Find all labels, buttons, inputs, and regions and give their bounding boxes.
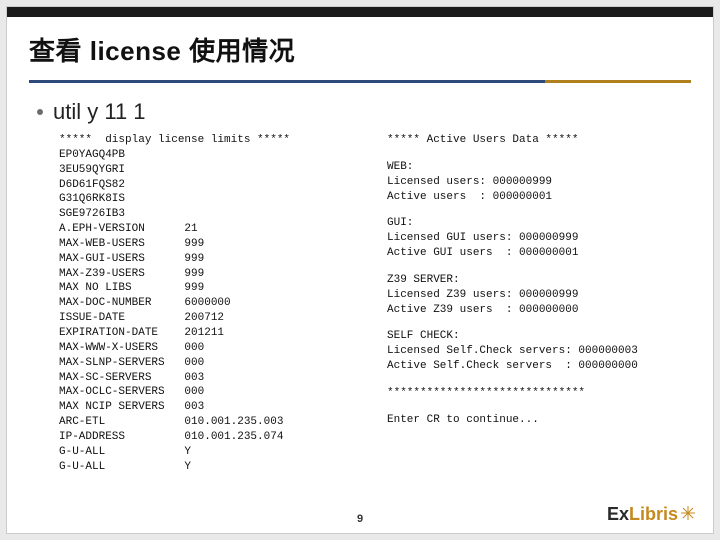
bullet-dot-icon xyxy=(37,109,43,115)
brand-ex: Ex xyxy=(607,504,629,525)
bullet-text: util y 11 1 xyxy=(53,99,146,125)
terminal-block: Enter CR to continue... xyxy=(387,413,695,428)
active-users-column: ***** Active Users Data ***** WEB: Licens… xyxy=(387,133,695,474)
bullet-row: util y 11 1 xyxy=(7,83,713,131)
terminal-block: GUI: Licensed GUI users: 000000999 Activ… xyxy=(387,216,695,261)
terminal-block: ***** Active Users Data ***** xyxy=(387,133,695,148)
top-accent-bar xyxy=(7,7,713,17)
brand-burst-icon xyxy=(681,506,695,520)
license-limits-column: ***** display license limits ***** EP0YA… xyxy=(59,133,359,474)
brand-libris: Libris xyxy=(629,504,678,525)
terminal-block: Z39 SERVER: Licensed Z39 users: 00000099… xyxy=(387,273,695,318)
terminal-block: ****************************** xyxy=(387,386,695,401)
title-area: 查看 license 使用情况 xyxy=(7,17,713,72)
terminal-block: WEB: Licensed users: 000000999 Active us… xyxy=(387,160,695,205)
title-underline xyxy=(29,80,691,83)
content-columns: ***** display license limits ***** EP0YA… xyxy=(7,131,713,474)
page-number: 9 xyxy=(357,513,363,525)
slide-title: 查看 license 使用情况 xyxy=(29,31,691,68)
slide: 查看 license 使用情况 util y 11 1 ***** displa… xyxy=(6,6,714,534)
terminal-block: SELF CHECK: Licensed Self.Check servers:… xyxy=(387,329,695,374)
brand-logo: Ex Libris xyxy=(607,504,695,525)
